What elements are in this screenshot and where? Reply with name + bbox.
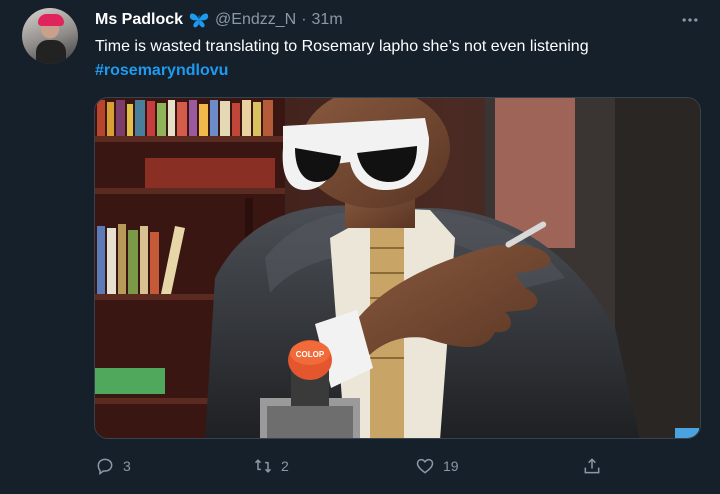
reply-button[interactable]: 3 — [95, 452, 131, 480]
like-count: 19 — [443, 458, 459, 474]
separator-dot: · — [301, 11, 307, 28]
retweet-count: 2 — [281, 458, 289, 474]
avatar-body — [36, 40, 66, 64]
tweet-text: Time is wasted translating to Rosemary l… — [95, 38, 589, 55]
tweet-photo[interactable]: COLOP — [94, 97, 701, 439]
retweet-button[interactable]: 2 — [253, 452, 289, 480]
share-icon — [584, 458, 600, 474]
photo-illustration: COLOP — [95, 98, 700, 438]
retweet-icon — [254, 459, 272, 473]
heart-icon — [416, 458, 434, 474]
reply-icon — [97, 458, 113, 475]
author-handle[interactable]: @Endzz_N — [215, 10, 296, 30]
reply-count: 3 — [123, 458, 131, 474]
share-button[interactable] — [582, 452, 602, 480]
tweet[interactable]: Ms Padlock @Endzz_N · 31m Time is wasted… — [0, 0, 720, 494]
avatar[interactable] — [22, 8, 78, 64]
like-button[interactable]: 19 — [415, 452, 459, 480]
timestamp[interactable]: 31m — [312, 10, 343, 30]
action-bar: 3 2 19 — [95, 452, 615, 480]
butterfly-icon — [188, 10, 210, 30]
hashtag-link[interactable]: #rosemaryndlovu — [95, 60, 228, 82]
more-icon[interactable] — [676, 10, 704, 30]
author-name[interactable]: Ms Padlock — [95, 10, 183, 30]
tweet-header: Ms Padlock @Endzz_N · 31m — [95, 10, 343, 30]
svg-text:COLOP: COLOP — [296, 350, 325, 359]
avatar-hat — [38, 14, 64, 26]
